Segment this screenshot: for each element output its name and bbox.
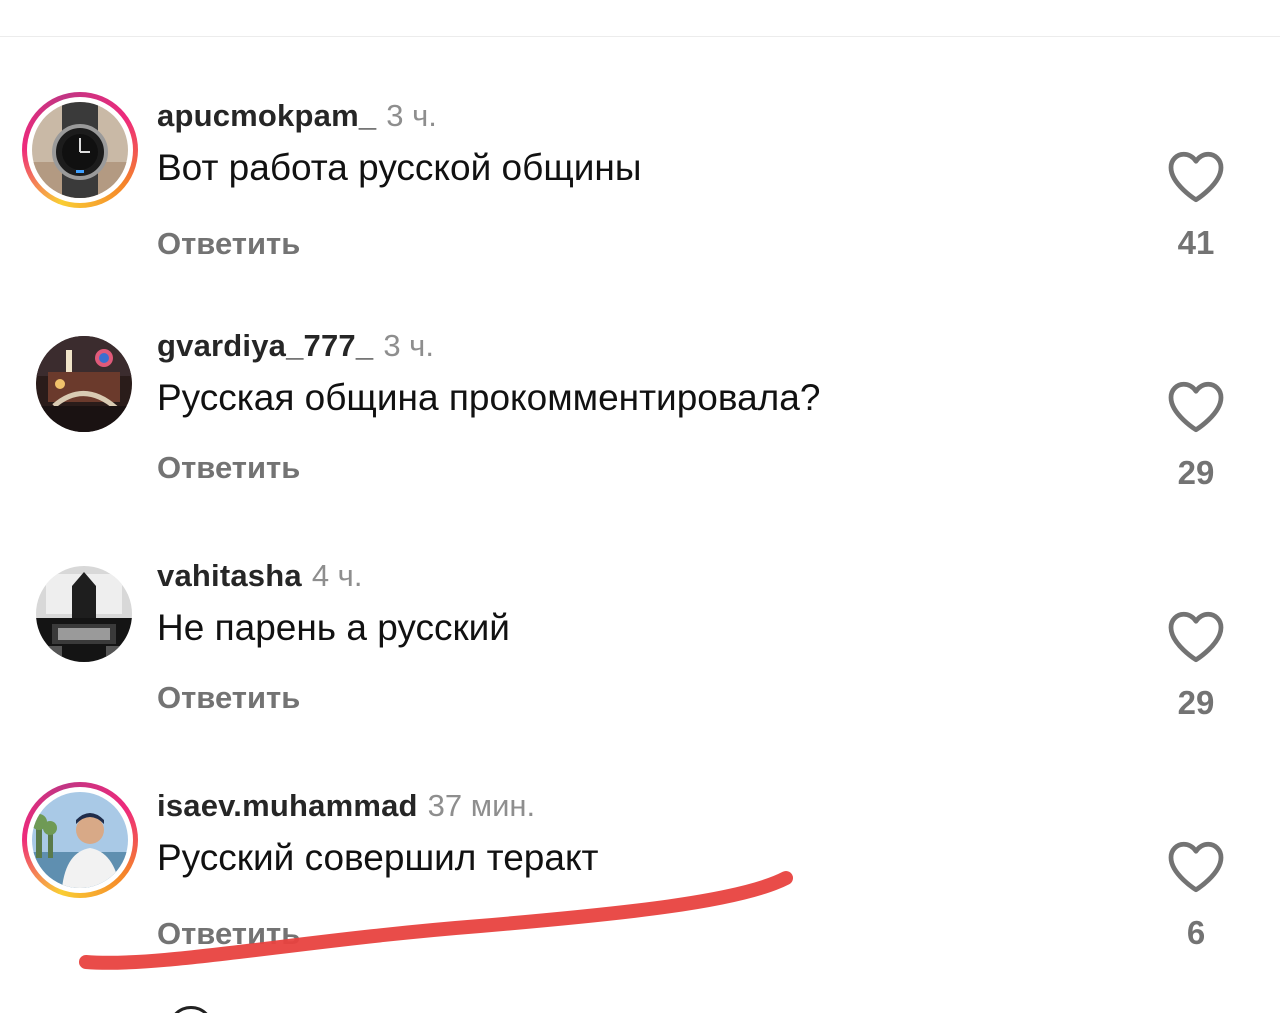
comments-screen: apucmokpam_ 3 ч. Вот работа русской общин… (0, 0, 1280, 1013)
comment-item: apucmokpam_ 3 ч. Вот работа русской общин… (0, 92, 1280, 292)
comment-time: 37 мин. (427, 788, 536, 823)
avatar[interactable] (27, 97, 133, 203)
heart-icon[interactable] (1166, 608, 1226, 664)
comment-text: Не парень а русский (157, 607, 510, 648)
like-count: 41 (1177, 224, 1215, 261)
comment-username[interactable]: vahitasha (157, 558, 302, 593)
avatar-story-ring[interactable] (22, 782, 138, 898)
next-avatar-partial (168, 1006, 214, 1013)
comment-time: 3 ч. (383, 328, 434, 363)
avatar[interactable] (27, 787, 133, 893)
comment-username[interactable]: isaev.muhammad (157, 788, 418, 823)
comment-text: Русская община прокомментировала? (157, 377, 821, 418)
avatar-person-image (32, 792, 128, 888)
avatar-frame[interactable] (22, 552, 138, 668)
avatar[interactable] (36, 566, 132, 662)
comment-text: Вот работа русской общины (157, 147, 642, 188)
heart-icon[interactable] (1166, 148, 1226, 204)
avatar-night-image (36, 336, 132, 432)
heart-icon[interactable] (1166, 838, 1226, 894)
comment-time: 4 ч. (311, 558, 363, 593)
avatar-bw-image (36, 566, 132, 662)
like-count: 29 (1177, 454, 1215, 491)
comment-meta: vahitasha 4 ч. (157, 556, 362, 596)
reply-button[interactable]: Ответить (157, 224, 300, 264)
comment-username[interactable]: gvardiya_777_ (157, 328, 373, 363)
comment-meta: gvardiya_777_ 3 ч. (157, 326, 434, 366)
avatar-story-ring[interactable] (22, 92, 138, 208)
comment-time: 3 ч. (386, 98, 437, 133)
avatar-frame[interactable] (22, 322, 138, 438)
reply-button[interactable]: Ответить (157, 678, 300, 718)
top-divider (0, 36, 1280, 37)
like-count: 29 (1177, 684, 1215, 721)
comment-meta: isaev.muhammad 37 мин. (157, 786, 535, 826)
heart-icon[interactable] (1166, 378, 1226, 434)
reply-button[interactable]: Ответить (157, 448, 300, 488)
comment-item: gvardiya_777_ 3 ч. Русская община прокомм… (0, 322, 1280, 522)
reply-button[interactable]: Ответить (157, 914, 300, 954)
avatar-watch-image (32, 102, 128, 198)
comment-item: isaev.muhammad 37 мин. Русский совершил т… (0, 782, 1280, 982)
comment-username[interactable]: apucmokpam_ (157, 98, 376, 133)
comment-meta: apucmokpam_ 3 ч. (157, 96, 437, 136)
avatar[interactable] (36, 336, 132, 432)
comment-text: Русский совершил теракт (157, 837, 599, 878)
like-count: 6 (1186, 914, 1206, 951)
comment-item: vahitasha 4 ч. Не парень а русский Ответи… (0, 552, 1280, 752)
